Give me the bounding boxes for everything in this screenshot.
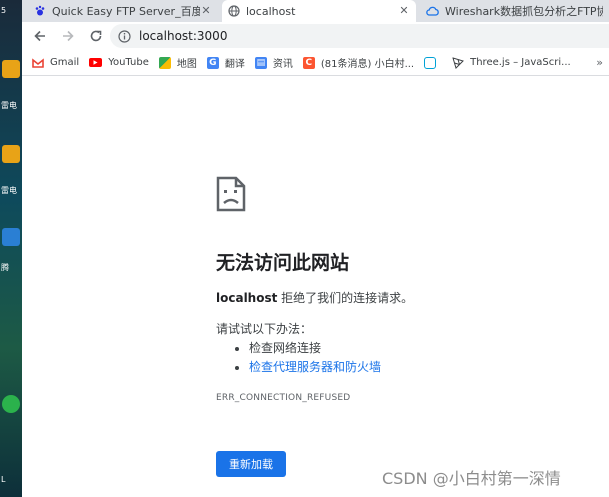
app-icon-tencent[interactable] <box>2 228 20 246</box>
news-icon: ▤ <box>254 56 267 69</box>
bookmark-label: 地图 <box>176 59 197 70</box>
tab-wireshark[interactable]: Wireshark数据抓包分析之FTP协 <box>420 0 609 22</box>
arrow-right-icon <box>63 30 74 42</box>
maps-icon <box>158 56 171 69</box>
suggestion-check-proxy-link[interactable]: 检查代理服务器和防火墙 <box>233 358 381 377</box>
youtube-icon <box>89 58 103 67</box>
arrow-left-icon <box>34 30 45 42</box>
reload-icon <box>90 30 102 42</box>
csdn-icon: C <box>302 56 315 69</box>
error-host: localhost <box>216 291 278 305</box>
broken-page-icon <box>216 176 246 212</box>
desktop-label: L <box>1 475 6 484</box>
bookmark-label: YouTube <box>108 57 149 68</box>
tab-title: Quick Easy FTP Server_百度搜索 <box>52 5 200 18</box>
csdn-watermark: CSDN @小白村第一深情 <box>382 469 561 488</box>
bookmark-label: Gmail <box>50 57 80 68</box>
bookmarks-overflow-icon[interactable]: » <box>596 56 603 69</box>
bilibili-icon <box>424 56 437 69</box>
error-description: localhost 拒绝了我们的连接请求。 <box>216 289 413 306</box>
error-message: 拒绝了我们的连接请求。 <box>277 291 414 305</box>
bookmark-youtube[interactable]: YouTube <box>89 57 149 68</box>
bookmark-gmail[interactable]: Gmail <box>32 57 79 69</box>
cloud-icon <box>426 6 439 16</box>
translate-icon: G <box>206 56 219 69</box>
close-icon[interactable]: ✕ <box>398 5 410 17</box>
threejs-icon <box>452 56 465 69</box>
tab-title: localhost <box>246 4 296 18</box>
info-icon[interactable] <box>118 29 131 43</box>
bookmark-label: Three.js – JavaScri... <box>470 57 571 68</box>
suggestion-link-text[interactable]: 检查代理服务器和防火墙 <box>249 360 381 374</box>
baidu-paw-icon <box>35 5 45 16</box>
close-icon[interactable]: ✕ <box>200 5 212 17</box>
app-icon-thunder[interactable] <box>2 145 20 163</box>
app-icon-thunder[interactable] <box>2 60 20 78</box>
bookmark-csdn[interactable]: C (81条消息) 小白村... <box>302 55 415 70</box>
bookmark-label: (81条消息) 小白村... <box>320 59 415 70</box>
bookmark-threejs[interactable]: Three.js – JavaScri... <box>452 56 571 69</box>
bookmarks-bar: Gmail YouTube 地图 G 翻译 ▤ 资讯 C (81条消息) 小白村… <box>22 50 609 76</box>
globe-icon <box>228 5 240 17</box>
back-button[interactable] <box>28 24 52 48</box>
suggestion-text: 检查网络连接 <box>249 341 322 355</box>
tab-localhost[interactable]: localhost ✕ <box>222 0 416 22</box>
forward-button[interactable] <box>56 24 80 48</box>
address-bar[interactable]: localhost:3000 <box>110 24 609 48</box>
desktop-label: 雷电 <box>1 186 17 195</box>
bookmark-label: 翻译 <box>224 59 245 70</box>
desktop-label: 腾 <box>1 263 9 272</box>
error-title: 无法访问此网站 <box>216 252 350 274</box>
bookmark-news[interactable]: ▤ 资讯 <box>254 55 293 70</box>
desktop-label: 5 <box>1 6 7 15</box>
browser-window: Quick Easy FTP Server_百度搜索 ✕ localhost ✕… <box>22 0 609 497</box>
suggestion-list: 检查网络连接 检查代理服务器和防火墙 <box>233 339 381 377</box>
tab-strip: Quick Easy FTP Server_百度搜索 ✕ localhost ✕… <box>22 0 609 22</box>
bookmark-translate[interactable]: G 翻译 <box>206 55 245 70</box>
error-page: 无法访问此网站 localhost 拒绝了我们的连接请求。 请试试以下办法： 检… <box>22 77 609 497</box>
tab-title: Wireshark数据抓包分析之FTP协 <box>445 5 603 18</box>
reload-button[interactable] <box>84 24 108 48</box>
app-icon-green[interactable] <box>2 395 20 413</box>
url-text: localhost:3000 <box>139 29 228 43</box>
error-code: ERR_CONNECTION_REFUSED <box>216 393 351 403</box>
bookmark-maps[interactable]: 地图 <box>158 55 197 70</box>
suggestion-check-network: 检查网络连接 <box>233 339 381 358</box>
try-label: 请试试以下办法： <box>216 322 313 336</box>
gmail-icon <box>32 57 44 68</box>
reload-page-button[interactable]: 重新加载 <box>216 451 286 477</box>
tab-baidu-search[interactable]: Quick Easy FTP Server_百度搜索 ✕ <box>28 0 218 22</box>
bookmark-bilibili[interactable] <box>424 56 442 69</box>
desktop-strip: 雷电 雷电 腾 5 L <box>0 0 22 497</box>
toolbar: localhost:3000 <box>22 22 609 50</box>
bookmark-label: 资讯 <box>272 59 293 70</box>
desktop-label: 雷电 <box>1 101 17 110</box>
